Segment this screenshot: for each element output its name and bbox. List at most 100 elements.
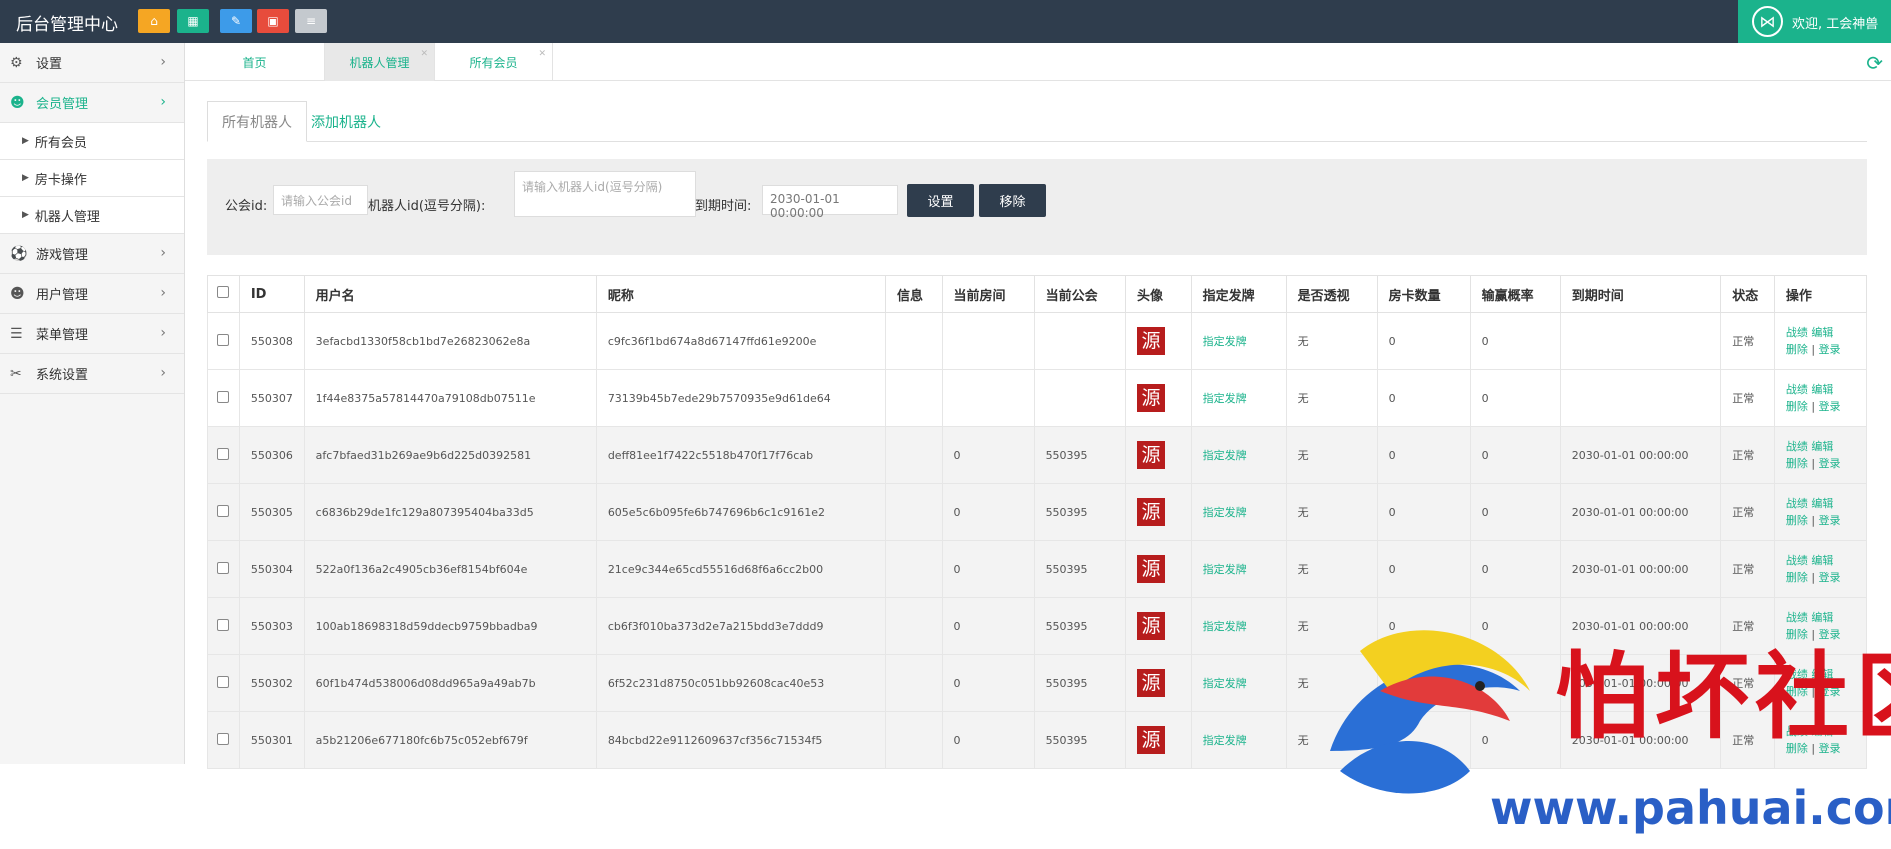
column-header[interactable]: 昵称 — [595, 275, 887, 313]
delete-link[interactable]: 删除 — [1786, 628, 1808, 641]
avatar: 源 — [1137, 726, 1166, 754]
record-link[interactable]: 战绩 — [1786, 440, 1808, 453]
login-link[interactable]: 登录 — [1819, 514, 1841, 527]
login-link[interactable]: 登录 — [1819, 571, 1841, 584]
column-header[interactable]: 头像 — [1125, 275, 1192, 313]
edit-link[interactable]: 编辑 — [1811, 440, 1833, 453]
column-header[interactable]: 操作 — [1773, 275, 1868, 313]
select-all-checkbox[interactable] — [217, 286, 229, 298]
sidebar-item-menus[interactable]: ☰ 菜单管理 › — [0, 314, 184, 354]
home-icon[interactable]: ⌂ — [138, 9, 170, 33]
edit-link[interactable]: 编辑 — [1811, 554, 1833, 567]
login-link[interactable]: 登录 — [1819, 457, 1841, 470]
delete-link[interactable]: 删除 — [1786, 514, 1808, 527]
login-link[interactable]: 登录 — [1819, 628, 1841, 641]
record-link[interactable]: 战绩 — [1786, 611, 1808, 624]
cell-deal: 指定发牌 — [1190, 711, 1287, 769]
tab-add-robot[interactable]: 添加机器人 — [297, 101, 395, 142]
sidebar-item-members[interactable]: ☻ 会员管理 › — [0, 83, 184, 123]
set-button[interactable]: 设置 — [907, 184, 974, 217]
row-checkbox[interactable] — [217, 447, 229, 460]
column-header[interactable]: 到期时间 — [1559, 275, 1722, 313]
edit-link[interactable]: 编辑 — [1811, 668, 1833, 681]
tab-home[interactable]: 首页 — [185, 43, 325, 81]
tab-robots[interactable]: 机器人管理 ✕ — [325, 43, 435, 81]
row-checkbox[interactable] — [217, 618, 229, 631]
column-header[interactable]: 当前公会 — [1033, 275, 1127, 313]
row-checkbox[interactable] — [217, 675, 229, 688]
deal-link[interactable]: 指定发牌 — [1203, 392, 1247, 405]
close-icon[interactable]: ✕ — [538, 49, 546, 59]
cell-status: 正常 — [1720, 426, 1775, 484]
column-header[interactable]: 用户名 — [303, 275, 597, 313]
column-header[interactable]: 是否透视 — [1285, 275, 1378, 313]
record-link[interactable]: 战绩 — [1786, 326, 1808, 339]
row-checkbox[interactable] — [217, 504, 229, 517]
column-header[interactable]: 信息 — [885, 275, 943, 313]
column-header[interactable]: 状态 — [1720, 275, 1775, 313]
cell-actions: 战绩 编辑 删除 | 登录 — [1773, 426, 1868, 484]
sidebar-subitem-all-members[interactable]: ▶ 所有会员 — [0, 123, 184, 160]
column-header[interactable]: 指定发牌 — [1190, 275, 1287, 313]
robot-id-textarea[interactable]: 请输入机器人id(逗号分隔) — [514, 171, 696, 217]
delete-link[interactable]: 删除 — [1786, 685, 1808, 698]
deal-link[interactable]: 指定发牌 — [1203, 734, 1247, 747]
deal-link[interactable]: 指定发牌 — [1203, 563, 1247, 576]
separator: | — [1811, 685, 1816, 698]
record-link[interactable]: 战绩 — [1786, 554, 1808, 567]
tab-all-robots[interactable]: 所有机器人 — [207, 101, 307, 142]
expire-time-input[interactable]: 2030-01-01 00:00:00 — [762, 185, 898, 220]
close-icon[interactable]: ✕ — [420, 49, 428, 59]
sidebar-item-settings[interactable]: ⚙ 设置 › — [0, 43, 184, 83]
row-checkbox[interactable] — [217, 732, 229, 745]
delete-link[interactable]: 删除 — [1786, 457, 1808, 470]
delete-link[interactable]: 删除 — [1786, 571, 1808, 584]
edit-link[interactable]: 编辑 — [1811, 326, 1833, 339]
column-header[interactable]: 输赢概率 — [1469, 275, 1561, 313]
record-link[interactable]: 战绩 — [1786, 383, 1808, 396]
sidebar-item-games[interactable]: ⚽ 游戏管理 › — [0, 234, 184, 274]
login-link[interactable]: 登录 — [1819, 685, 1841, 698]
grid-icon[interactable]: ▦ — [177, 9, 209, 33]
avatar: 源 — [1137, 669, 1166, 697]
row-checkbox[interactable] — [217, 390, 229, 403]
deal-link[interactable]: 指定发牌 — [1203, 677, 1247, 690]
deal-link[interactable]: 指定发牌 — [1203, 506, 1247, 519]
edit-link[interactable]: 编辑 — [1811, 383, 1833, 396]
sidebar-subitem-room-cards[interactable]: ▶ 房卡操作 — [0, 160, 184, 197]
sidebar-item-system[interactable]: ✂ 系统设置 › — [0, 354, 184, 394]
guild-id-input[interactable]: 请输入公会id — [273, 185, 368, 215]
column-header[interactable]: 房卡数量 — [1376, 275, 1471, 313]
record-link[interactable]: 战绩 — [1786, 497, 1808, 510]
column-header[interactable]: ID — [238, 275, 305, 313]
deal-link[interactable]: 指定发牌 — [1203, 620, 1247, 633]
login-link[interactable]: 登录 — [1819, 343, 1841, 356]
refresh-icon[interactable]: ⟳ — [1866, 51, 1883, 75]
row-checkbox[interactable] — [217, 561, 229, 574]
delete-link[interactable]: 删除 — [1786, 343, 1808, 356]
delete-link[interactable]: 删除 — [1786, 742, 1808, 755]
sidebar-subitem-robots[interactable]: ▶ 机器人管理 — [0, 197, 184, 234]
login-link[interactable]: 登录 — [1819, 400, 1841, 413]
sidebar-item-users[interactable]: ☻ 用户管理 › — [0, 274, 184, 314]
pencil-icon[interactable]: ✎ — [220, 9, 252, 33]
deal-link[interactable]: 指定发牌 — [1203, 449, 1247, 462]
cell-username: a5b21206e677180fc6b75c052ebf679f — [303, 711, 597, 769]
row-checkbox[interactable] — [217, 333, 229, 346]
deal-link[interactable]: 指定发牌 — [1203, 335, 1247, 348]
trash-icon[interactable]: ▣ — [257, 9, 289, 33]
remove-button[interactable]: 移除 — [979, 184, 1046, 217]
tab-all-members[interactable]: 所有会员 ✕ — [435, 43, 553, 81]
login-link[interactable]: 登录 — [1819, 742, 1841, 755]
edit-link[interactable]: 编辑 — [1811, 611, 1833, 624]
record-link[interactable]: 战绩 — [1786, 668, 1808, 681]
record-link[interactable]: 战绩 — [1786, 725, 1808, 738]
delete-link[interactable]: 删除 — [1786, 400, 1808, 413]
user-menu[interactable]: ⋈ 欢迎, 工会神兽 — [1738, 0, 1891, 43]
column-header[interactable]: 当前房间 — [941, 275, 1035, 313]
cell-actions: 战绩 编辑 删除 | 登录 — [1773, 711, 1868, 769]
cell-win-rate: 0 — [1469, 711, 1561, 769]
edit-link[interactable]: 编辑 — [1811, 725, 1833, 738]
list-icon[interactable]: ≡ — [295, 9, 327, 33]
edit-link[interactable]: 编辑 — [1811, 497, 1833, 510]
